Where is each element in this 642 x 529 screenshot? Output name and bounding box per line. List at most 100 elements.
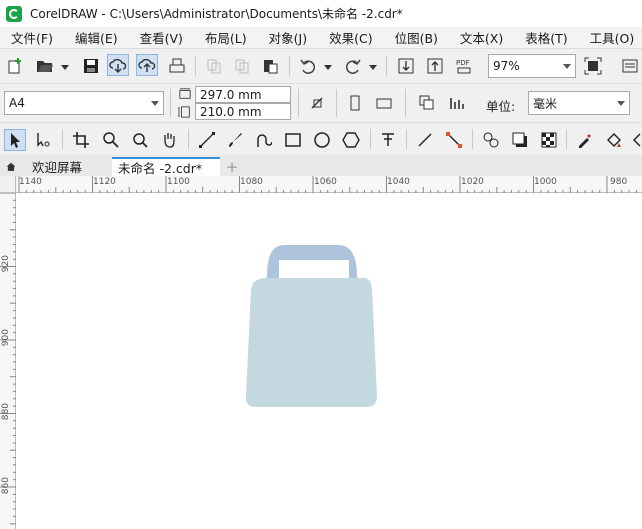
redo-dropdown-arrow[interactable] [369,65,377,70]
pick-tool-icon[interactable] [4,129,26,151]
parallel-dimension-icon[interactable] [414,129,436,151]
connector-tool-icon[interactable] [443,129,465,151]
page-width-icon [176,86,194,102]
blend-tool-icon[interactable] [480,129,502,151]
eyedropper-icon[interactable] [574,129,596,151]
separator [472,129,473,149]
add-tab-label: + [225,157,239,176]
rectangle-tool-icon[interactable] [282,129,304,151]
ruler-origin-corner[interactable] [0,176,16,193]
menu-file[interactable]: 文件(F) [0,28,64,47]
ellipse-tool-icon[interactable] [311,129,333,151]
freehand-tool-icon[interactable] [196,129,218,151]
separator [566,129,567,149]
cut-icon[interactable] [203,55,225,77]
chevron-down-icon[interactable] [147,92,163,114]
separator [195,56,196,76]
horizontal-ruler[interactable]: 1140 1120 1100 1080 1060 1040 1020 1000 … [16,176,642,193]
full-screen-icon[interactable] [582,55,604,77]
separator [370,129,371,149]
ruler-label: 1020 [461,177,484,187]
export-icon[interactable] [424,55,446,77]
shape-transform-icon[interactable] [306,92,328,114]
separator [406,129,407,149]
zoom-level-combo[interactable]: 97% [488,54,576,78]
ruler-label: 1100 [167,177,190,187]
property-bar: A4 297.0 mm 210.0 mm 单位: 毫米 [0,83,642,122]
units-label: 单位: [486,99,516,114]
pdf-icon[interactable]: PDF [453,55,475,77]
chevron-down-icon[interactable] [613,92,629,114]
import-icon[interactable] [395,55,417,77]
ruler-label: 980 [610,177,628,187]
bag-body[interactable] [245,278,377,407]
search-icon[interactable] [129,129,151,151]
text-tool-icon[interactable] [377,129,399,151]
undo-dropdown-arrow[interactable] [324,65,332,70]
page-size-value: A4 [9,96,25,110]
tab-document-label: 未命名 -2.cdr* [118,161,203,176]
bag-drawing [245,245,377,407]
tab-welcome-screen[interactable]: 欢迎屏幕 [26,157,112,176]
ruler-label: 900 [1,329,11,347]
interactive-fill-icon[interactable] [603,129,625,151]
vertical-ruler[interactable]: 920 900 880 860 [0,193,16,529]
new-document-icon[interactable] [4,55,26,77]
menu-bitmaps[interactable]: 位图(B) [384,28,449,47]
coreldraw-logo-icon [6,5,22,22]
zoom-tool-icon[interactable] [100,129,122,151]
drop-shadow-icon[interactable] [509,129,531,151]
portrait-icon[interactable] [344,92,366,114]
ruler-label: 860 [1,477,11,495]
artistic-media-icon[interactable] [224,129,246,151]
ruler-label: 1040 [387,177,410,187]
menu-layout[interactable]: 布局(L) [194,28,258,47]
svg-text:PDF: PDF [456,59,470,67]
home-icon[interactable] [0,157,22,176]
page-width-value: 297.0 mm [200,87,262,102]
chevron-down-icon[interactable] [559,55,575,77]
separator [188,129,189,149]
add-tab-button[interactable]: + [222,157,242,176]
bezier-curve-icon[interactable] [252,129,274,151]
redo-icon[interactable] [342,55,364,77]
page-width-field[interactable]: 297.0 mm [195,86,291,103]
cloud-download-icon[interactable] [107,54,129,76]
polygon-tool-icon[interactable] [340,129,362,151]
options-icon[interactable] [619,55,641,77]
zoom-level-value: 97% [493,59,520,73]
open-dropdown-arrow[interactable] [61,65,69,70]
all-pages-icon[interactable] [416,92,438,114]
menu-tools[interactable]: 工具(O) [579,28,642,47]
more-tools-icon[interactable] [632,129,642,151]
page-height-field[interactable]: 210.0 mm [195,103,291,120]
menu-effects[interactable]: 效果(C) [318,28,383,47]
pan-hand-icon[interactable] [158,129,180,151]
drawing-canvas[interactable] [16,193,642,529]
undo-icon[interactable] [297,55,319,77]
bag-handle[interactable] [267,245,357,282]
copy-icon[interactable] [231,55,253,77]
toolbox [0,122,642,155]
separator [298,89,299,117]
print-icon[interactable] [166,55,188,77]
menu-object[interactable]: 对象(J) [258,28,318,47]
units-combo[interactable]: 毫米 [528,91,630,115]
open-folder-icon[interactable] [34,55,56,77]
menu-table[interactable]: 表格(T) [514,28,578,47]
cloud-upload-icon[interactable] [136,54,158,76]
menu-view[interactable]: 查看(V) [129,28,194,47]
tab-document[interactable]: 未命名 -2.cdr* [112,157,220,176]
menu-edit[interactable]: 编辑(E) [64,28,129,47]
crop-tool-icon[interactable] [70,129,92,151]
transparency-icon[interactable] [538,129,560,151]
paste-icon[interactable] [259,55,281,77]
tab-welcome-label: 欢迎屏幕 [32,160,83,175]
save-icon[interactable] [80,55,102,77]
menu-text[interactable]: 文本(X) [449,28,514,47]
ruler-label: 1080 [240,177,263,187]
current-page-icon[interactable] [446,92,468,114]
shape-tool-icon[interactable] [32,129,54,151]
page-size-combo[interactable]: A4 [4,91,164,115]
landscape-icon[interactable] [373,92,395,114]
